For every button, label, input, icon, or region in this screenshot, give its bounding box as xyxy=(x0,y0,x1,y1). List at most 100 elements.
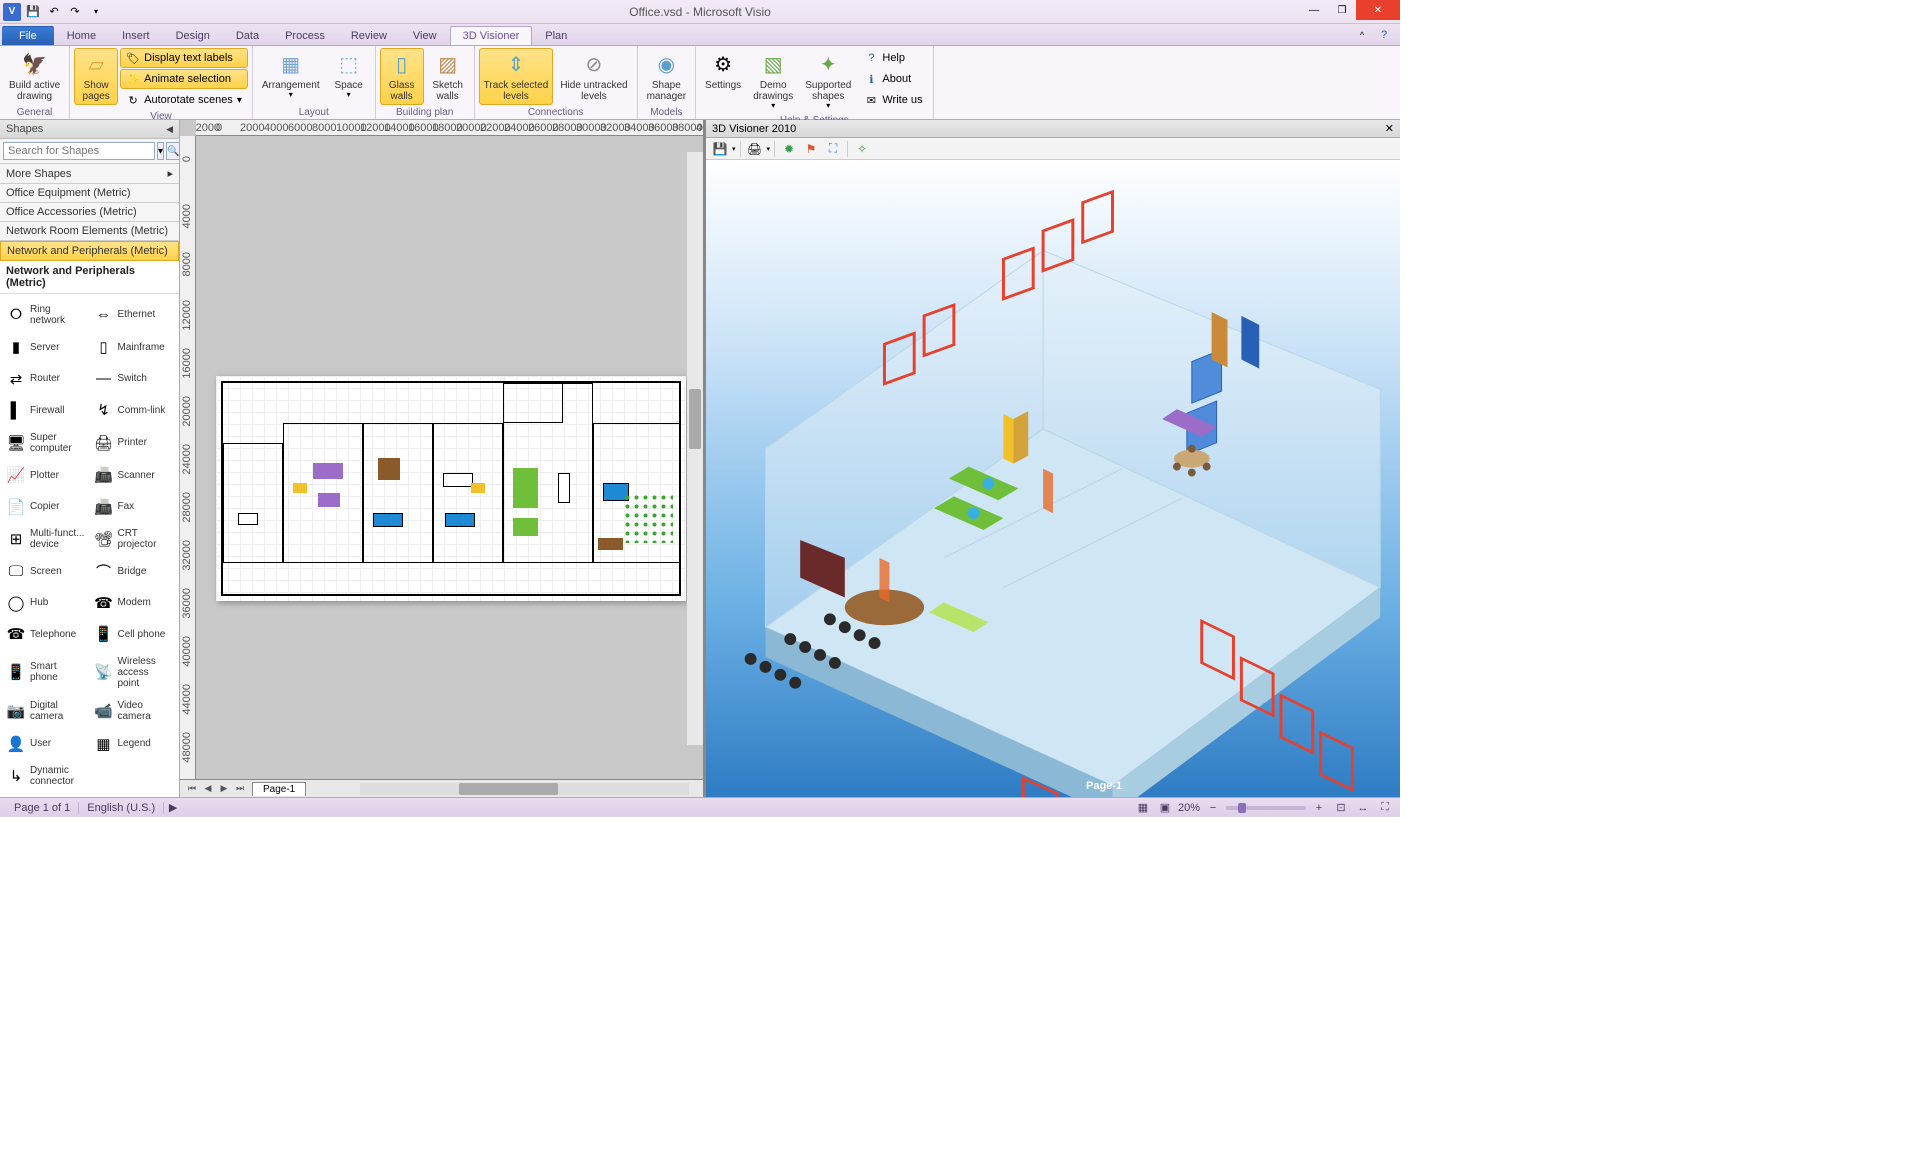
tab-3d-visioner[interactable]: 3D Visioner xyxy=(450,26,533,45)
shape-item-plotter[interactable]: 📈Plotter xyxy=(2,459,90,490)
shape-item-dynamic-connector[interactable]: ↳Dynamic connector xyxy=(2,760,90,793)
shape-item-copier[interactable]: 📄Copier xyxy=(2,491,90,522)
write-us-link[interactable]: ✉Write us xyxy=(858,90,928,110)
zoom-in-icon[interactable]: + xyxy=(1310,800,1328,816)
category-network-room[interactable]: Network Room Elements (Metric) xyxy=(0,222,179,241)
drawing-page[interactable] xyxy=(216,376,686,601)
animate-selection-button[interactable]: ✨Animate selection xyxy=(120,69,248,89)
sketch-walls-button[interactable]: ▨ Sketch walls xyxy=(426,48,470,105)
horizontal-scrollbar[interactable] xyxy=(346,781,703,797)
shape-item-super-computer[interactable]: 🖥Super computer xyxy=(2,426,90,459)
shape-item-ring-network[interactable]: ⭘Ring network xyxy=(2,298,90,331)
tab-process[interactable]: Process xyxy=(272,26,338,45)
qat-undo-icon[interactable]: ↶ xyxy=(44,2,64,22)
shape-item-hub[interactable]: ◯Hub xyxy=(2,587,90,618)
status-macro-icon[interactable]: ▶ xyxy=(164,800,182,816)
search-dropdown-icon[interactable]: ▾ xyxy=(157,142,164,160)
fit-width-icon[interactable]: ↔ xyxy=(1354,800,1372,816)
view-normal-icon[interactable]: ▦ xyxy=(1134,800,1152,816)
close-button[interactable]: ✕ xyxy=(1356,0,1400,20)
autorotate-scenes-button[interactable]: ↻Autorotate scenes ▾ xyxy=(120,90,248,110)
tab-design[interactable]: Design xyxy=(163,26,223,45)
zoom-out-icon[interactable]: − xyxy=(1204,800,1222,816)
shape-item-telephone[interactable]: ☎Telephone xyxy=(2,619,90,650)
shape-item-user[interactable]: 👤User xyxy=(2,728,90,759)
glass-walls-button[interactable]: ▯ Glass walls xyxy=(380,48,424,105)
3d-viewport[interactable]: Page-1 xyxy=(706,160,1400,797)
3d-flag-icon[interactable]: ⚑ xyxy=(801,140,821,158)
shape-item-digital-camera[interactable]: 📷Digital camera xyxy=(2,695,90,728)
help-link[interactable]: ?Help xyxy=(858,48,928,68)
pan-zoom-icon[interactable]: ⛶ xyxy=(1376,800,1394,816)
build-active-drawing-button[interactable]: 🦅 Build active drawing xyxy=(4,48,65,105)
zoom-slider[interactable] xyxy=(1226,806,1306,810)
tab-review[interactable]: Review xyxy=(338,26,400,45)
page-last-icon[interactable]: ⏭ xyxy=(232,782,248,796)
3d-target-icon[interactable]: ✹ xyxy=(779,140,799,158)
shape-item-printer[interactable]: 🖨Printer xyxy=(90,426,178,459)
category-office-equipment[interactable]: Office Equipment (Metric) xyxy=(0,184,179,203)
shape-item-cell-phone[interactable]: 📱Cell phone xyxy=(90,619,178,650)
about-link[interactable]: ℹAbout xyxy=(858,69,928,89)
category-office-accessories[interactable]: Office Accessories (Metric) xyxy=(0,203,179,222)
more-shapes-row[interactable]: More Shapes▸ xyxy=(0,164,179,184)
3d-save-icon[interactable]: 💾 xyxy=(710,140,730,158)
arrangement-button[interactable]: ▦ Arrangement▾ xyxy=(257,48,325,103)
view-fullscreen-icon[interactable]: ▣ xyxy=(1156,800,1174,816)
shape-item-screen[interactable]: 🖵Screen xyxy=(2,556,90,587)
shape-item-ethernet[interactable]: ⇔Ethernet xyxy=(90,298,178,331)
app-menu[interactable]: V xyxy=(2,2,22,22)
3d-expand-icon[interactable]: ⛶ xyxy=(823,140,843,158)
vertical-scrollbar[interactable] xyxy=(687,152,703,745)
track-selected-levels-button[interactable]: ⇕ Track selected levels xyxy=(479,48,554,105)
search-icon[interactable]: 🔍 xyxy=(166,142,180,160)
3d-print-icon[interactable]: 🖨 xyxy=(745,140,765,158)
tab-data[interactable]: Data xyxy=(223,26,272,45)
shape-item-server[interactable]: ▮Server xyxy=(2,331,90,362)
tab-file[interactable]: File xyxy=(2,26,54,45)
page-first-icon[interactable]: ⏮ xyxy=(184,782,200,796)
restore-button[interactable]: ❐ xyxy=(1328,0,1356,20)
tab-insert[interactable]: Insert xyxy=(109,26,163,45)
show-pages-button[interactable]: ▱ Show pages xyxy=(74,48,118,105)
collapse-icon[interactable]: ◀ xyxy=(166,124,173,135)
tab-view[interactable]: View xyxy=(400,26,450,45)
page-next-icon[interactable]: ▶ xyxy=(216,782,232,796)
shape-item-wireless-access-point[interactable]: 📡Wireless access point xyxy=(90,650,178,694)
shape-item-video-camera[interactable]: 📹Video camera xyxy=(90,695,178,728)
qat-redo-icon[interactable]: ↷ xyxy=(65,2,85,22)
drawing-surface[interactable] xyxy=(196,136,703,779)
page-prev-icon[interactable]: ◀ xyxy=(200,782,216,796)
demo-drawings-button[interactable]: ▧ Demo drawings▾ xyxy=(748,48,798,114)
shape-item-multi-funct-device[interactable]: ⊞Multi-funct... device xyxy=(2,522,90,555)
shape-item-comm-link[interactable]: ↯Comm-link xyxy=(90,394,178,425)
shapes-search-input[interactable] xyxy=(3,142,155,160)
shape-item-switch[interactable]: —Switch xyxy=(90,363,178,394)
shape-item-firewall[interactable]: ▌Firewall xyxy=(2,394,90,425)
shape-manager-button[interactable]: ◉ Shape manager xyxy=(642,48,691,105)
status-language[interactable]: English (U.S.) xyxy=(79,802,164,814)
space-button[interactable]: ⬚ Space▾ xyxy=(327,48,371,103)
supported-shapes-button[interactable]: ✦ Supported shapes▾ xyxy=(800,48,856,114)
minimize-button[interactable]: — xyxy=(1300,0,1328,20)
qat-save-icon[interactable]: 💾 xyxy=(23,2,43,22)
3d-marker-icon[interactable]: ✧ xyxy=(852,140,872,158)
qat-customize-icon[interactable]: ▾ xyxy=(86,2,106,22)
category-network-peripherals[interactable]: Network and Peripherals (Metric) xyxy=(0,241,179,261)
tab-plan[interactable]: Plan xyxy=(532,26,580,45)
shape-item-fax[interactable]: 📠Fax xyxy=(90,491,178,522)
fit-page-icon[interactable]: ⊡ xyxy=(1332,800,1350,816)
shape-item-mainframe[interactable]: ▯Mainframe xyxy=(90,331,178,362)
ribbon-minimize-icon[interactable]: ^ xyxy=(1352,25,1372,45)
page-tab-1[interactable]: Page-1 xyxy=(252,782,306,796)
shape-item-scanner[interactable]: 📠Scanner xyxy=(90,459,178,490)
shape-item-smart-phone[interactable]: 📱Smart phone xyxy=(2,650,90,694)
tab-home[interactable]: Home xyxy=(54,26,109,45)
shape-item-router[interactable]: ⇄Router xyxy=(2,363,90,394)
shape-item-bridge[interactable]: ⌒Bridge xyxy=(90,556,178,587)
shape-item-crt-projector[interactable]: 📽CRT projector xyxy=(90,522,178,555)
shape-item-legend[interactable]: ▦Legend xyxy=(90,728,178,759)
shape-item-modem[interactable]: ☎Modem xyxy=(90,587,178,618)
zoom-level[interactable]: 20% xyxy=(1178,802,1200,814)
help-icon[interactable]: ? xyxy=(1374,25,1394,45)
